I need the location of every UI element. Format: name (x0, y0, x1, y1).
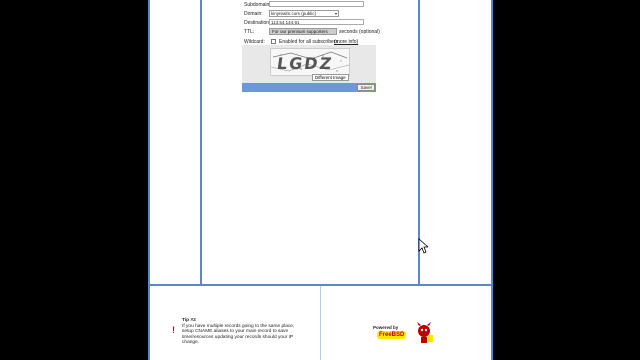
tip-box: Tip #2 If you have multiple records goin… (182, 318, 300, 346)
chevron-down-icon: ▾ (334, 11, 337, 16)
destination-label: Destination: (244, 20, 271, 26)
subdomain-row: Subdomain: (242, 1, 380, 9)
frame-content-left-border (200, 0, 202, 286)
subdomain-label: Subdomain: (244, 2, 271, 8)
tip-body: If you have multiple records going to th… (182, 323, 295, 346)
frame-left-border (148, 0, 150, 360)
warning-icon: ! (172, 325, 175, 335)
ttl-label: TTL: (244, 29, 255, 35)
ttl-row: TTL: For our premium supporters seconds … (242, 28, 380, 36)
frame-right-border (491, 0, 493, 360)
domain-select[interactable]: kinyrealm.com (public) ▾ (269, 10, 339, 17)
mouse-cursor-icon (418, 238, 428, 254)
destination-input[interactable]: 113.54.144.91 (269, 19, 364, 25)
freebsd-badge[interactable]: Powered by FreeBSD (373, 322, 435, 344)
captcha-image: LGDZ (270, 48, 350, 76)
powered-by-label: Powered by (373, 325, 399, 330)
different-image-button[interactable]: Different Image (312, 74, 349, 81)
captcha-text: LGDZ (275, 54, 335, 73)
freebsd-daemon-icon (417, 322, 433, 343)
save-bar: Save! (242, 83, 376, 92)
domain-row: Domain: kinyrealm.com (public) ▾ (242, 10, 380, 18)
domain-selected-value: kinyrealm.com (public) (271, 11, 317, 16)
ttl-suffix: seconds (optional) (339, 29, 380, 35)
domain-label: Domain: (244, 11, 263, 17)
footer-divider (320, 286, 321, 360)
wildcard-checkbox[interactable] (271, 39, 276, 44)
subdomain-input[interactable] (269, 1, 364, 7)
save-button[interactable]: Save! (357, 84, 375, 91)
captcha-panel: LGDZ Different Image (242, 45, 376, 83)
freebsd-logo-text: FreeBSD (377, 331, 407, 339)
destination-row: Destination: 113.54.144.91 (242, 19, 380, 27)
ttl-input-disabled[interactable]: For our premium supporters (269, 28, 337, 35)
